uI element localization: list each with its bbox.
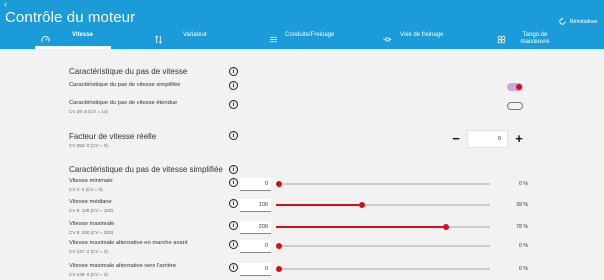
- back-button[interactable]: ‹: [4, 0, 7, 9]
- slider-thumb[interactable]: [276, 181, 282, 187]
- speed-row-label: Vitesse maximale: [69, 221, 115, 227]
- tab-tango-de-manoeuvre[interactable]: Tango de manœuvre: [496, 30, 556, 49]
- tab-label: Voie de freinage: [400, 32, 444, 38]
- tab-conduite-freinage[interactable]: Conduite/Freinage: [268, 30, 368, 49]
- tab-label: Variateur: [183, 32, 207, 38]
- increment-button[interactable]: +: [512, 130, 526, 148]
- speed-value-input[interactable]: 0: [240, 178, 271, 191]
- speed-slider[interactable]: [276, 243, 490, 249]
- section-heading-simplified: Caractéristique du pas de vitesse simpli…: [69, 165, 223, 174]
- speed-row-label: Vitesse minimale: [69, 178, 113, 184]
- speed-value-input[interactable]: 0: [240, 263, 271, 276]
- info-icon[interactable]: i: [229, 100, 238, 109]
- info-icon[interactable]: i: [229, 178, 238, 187]
- speed-row-label: Vitesse maximale alternative vers l'arri…: [69, 263, 176, 269]
- speed-slider[interactable]: [276, 202, 490, 208]
- real-speed-stepper: − 0 +: [449, 130, 529, 148]
- info-icon[interactable]: i: [229, 240, 238, 249]
- speed-slider[interactable]: [276, 181, 490, 187]
- motor-control-page: ‹ Contrôle du moteur Réinitialiser Vites…: [0, 0, 604, 280]
- slider-thumb[interactable]: [276, 266, 282, 272]
- gauge-icon: [40, 34, 50, 44]
- speed-percent: 39 %: [516, 202, 528, 208]
- speed-percent: 0 %: [519, 266, 528, 272]
- simplified-toggle-label: Caractéristique du pas de vitesse simpli…: [69, 82, 181, 88]
- cv-label: CV 148: 0 (CV = 0): [69, 272, 108, 277]
- app-header: ‹ Contrôle du moteur Réinitialiser Vites…: [0, 0, 604, 49]
- cv-label: CV 6: 100 (CV = 100): [69, 208, 114, 213]
- section-heading-speed-step: Caractéristique du pas de vitesse: [69, 67, 188, 76]
- info-icon[interactable]: i: [229, 67, 238, 76]
- decrement-button[interactable]: −: [449, 130, 463, 148]
- info-icon[interactable]: i: [229, 131, 238, 140]
- speed-value-input[interactable]: 0: [240, 240, 271, 253]
- page-title: Contrôle du moteur: [5, 9, 136, 26]
- speed-row-label: Vitesse médiane: [69, 199, 112, 205]
- cv-label: CV 2: 0 (CV = 0): [69, 187, 103, 192]
- reset-icon: [558, 17, 566, 25]
- extended-toggle[interactable]: [507, 102, 523, 110]
- speed-percent: 0 %: [519, 243, 528, 249]
- speed-value-input[interactable]: 100: [240, 199, 271, 212]
- pinball-icon: [496, 34, 506, 44]
- speed-row-label: Vitesse maximale alternative en marche a…: [69, 240, 188, 246]
- track-segment-icon: [382, 34, 392, 44]
- toggle-knob: [516, 84, 522, 90]
- info-icon[interactable]: i: [229, 199, 238, 208]
- real-speed-input[interactable]: 0: [467, 130, 508, 148]
- tab-voie-de-freinage[interactable]: Voie de freinage: [382, 30, 462, 49]
- simplified-toggle[interactable]: [507, 83, 523, 91]
- slider-thumb[interactable]: [359, 202, 366, 208]
- list-lines-icon: [268, 34, 278, 44]
- sort-arrows-icon: [153, 34, 163, 44]
- section-heading-real-speed: Facteur de vitesse réelle: [69, 132, 157, 141]
- tab-label: Vitesse: [72, 32, 93, 38]
- speed-percent: 78 %: [516, 224, 528, 230]
- settings-panel: Caractéristique du pas de vitesse i Cara…: [0, 49, 604, 280]
- info-icon[interactable]: i: [229, 263, 238, 272]
- reset-button[interactable]: Réinitialiser: [558, 17, 598, 26]
- info-icon[interactable]: i: [229, 221, 238, 230]
- tab-label: Tango de manœuvre: [520, 32, 550, 45]
- reset-label: Réinitialiser: [569, 18, 598, 25]
- extended-toggle-label: Caractéristique du pas de vitesse étendu…: [69, 100, 178, 106]
- cv-label: CV 29: 6 (CV = 14): [69, 109, 108, 114]
- speed-percent: 0 %: [519, 181, 528, 187]
- info-icon[interactable]: i: [229, 81, 238, 90]
- slider-thumb[interactable]: [276, 243, 282, 249]
- speed-slider[interactable]: [276, 266, 490, 272]
- tab-variateur[interactable]: Variateur: [153, 30, 223, 49]
- speed-slider[interactable]: [276, 224, 490, 230]
- cv-label: CV 252: 0 (CV = 0): [69, 143, 108, 148]
- cv-label: CV 147: 0 (CV = 0): [69, 249, 108, 254]
- slider-fill: [276, 226, 443, 228]
- tab-label: Conduite/Freinage: [285, 32, 335, 38]
- info-icon[interactable]: i: [229, 165, 238, 174]
- speed-value-input[interactable]: 200: [240, 221, 271, 234]
- cv-label: CV 5: 200 (CV = 200): [69, 230, 114, 235]
- slider-fill: [276, 204, 360, 206]
- slider-thumb[interactable]: [442, 224, 449, 230]
